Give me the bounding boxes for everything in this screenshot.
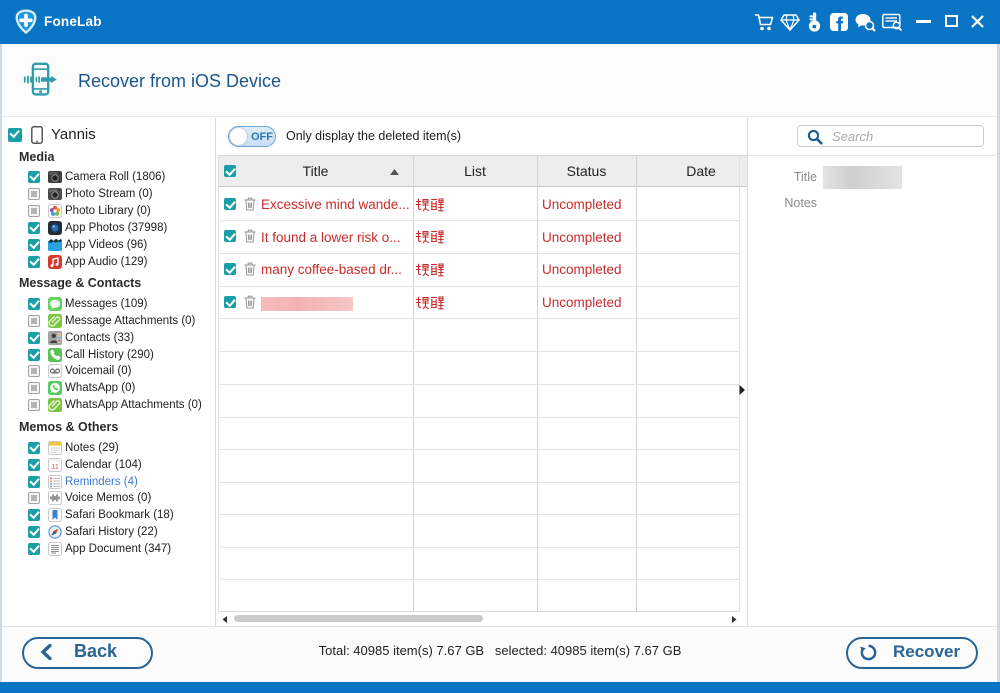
svg-text:11: 11 xyxy=(51,462,59,471)
